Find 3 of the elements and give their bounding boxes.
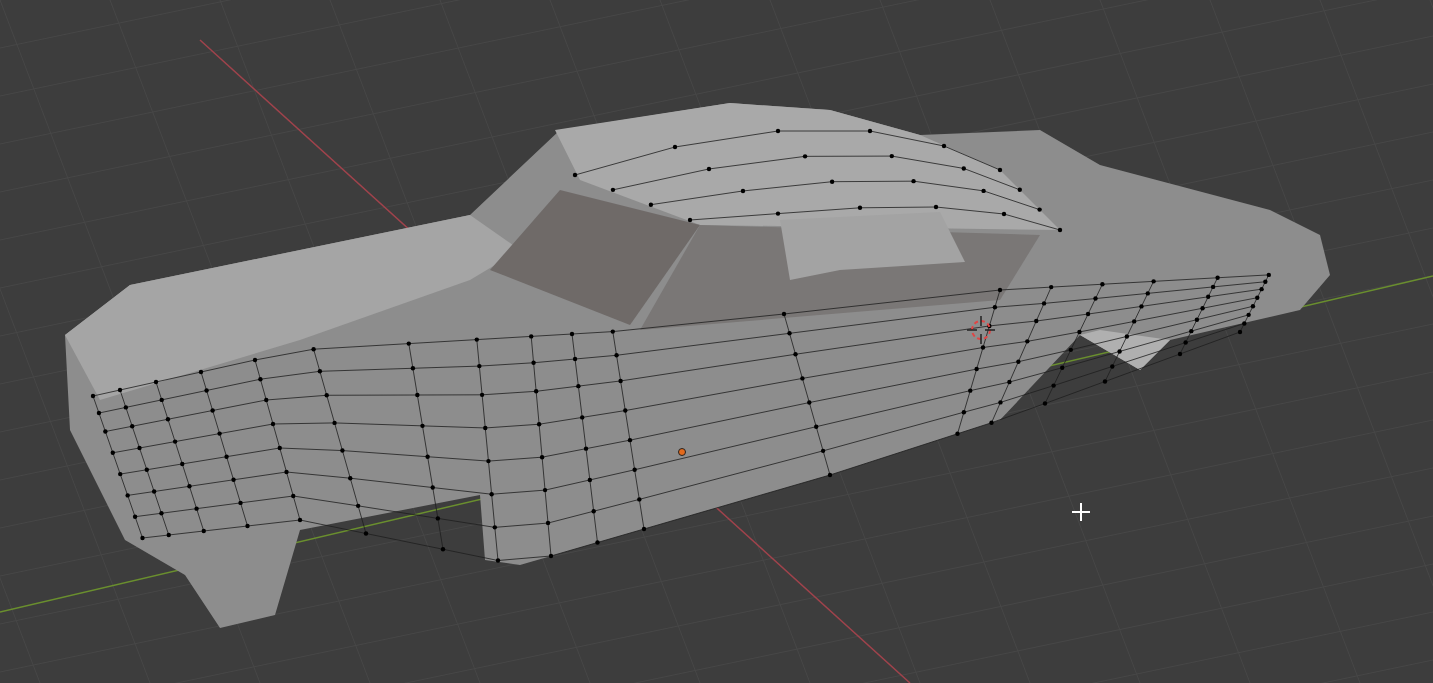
3d-cursor-icon	[966, 315, 996, 345]
origin-point-icon	[678, 448, 686, 456]
crosshair-cursor-icon	[1071, 502, 1091, 522]
